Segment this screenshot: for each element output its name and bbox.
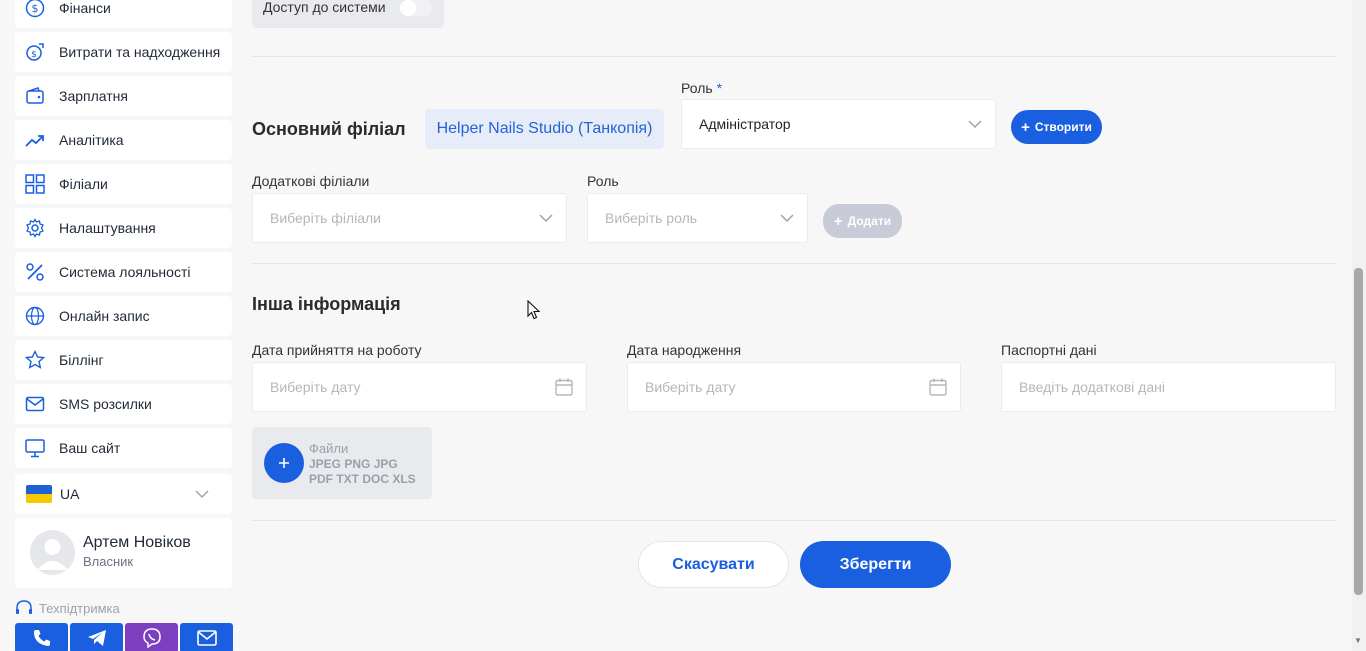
sidebar-item-label: Філіали: [59, 176, 108, 192]
sidebar-item-settings[interactable]: Налаштування: [15, 208, 232, 248]
trend-up-icon: [25, 130, 45, 150]
extra-branches-select[interactable]: Виберіть філіали: [252, 193, 567, 243]
telegram-icon: [87, 630, 106, 646]
language-label: UA: [60, 486, 80, 502]
system-access-toggle[interactable]: [400, 0, 432, 16]
sidebar-item-website[interactable]: Ваш сайт: [15, 428, 232, 468]
other-info-title: Інша інформація: [252, 294, 401, 314]
globe-icon: [25, 306, 45, 326]
sidebar-item-label: SMS розсилки: [59, 396, 152, 412]
sidebar-item-online-booking[interactable]: Онлайн запис: [15, 296, 232, 336]
calendar-icon: [554, 377, 574, 397]
user-card[interactable]: Артем Новіков Власник: [15, 518, 232, 588]
chevron-down-icon: [538, 210, 554, 226]
files-title: Файли: [309, 441, 349, 456]
birth-date-label: Дата народження: [627, 342, 742, 358]
role-select-value: Адміністратор: [699, 116, 791, 132]
sidebar-item-finance[interactable]: $ Фінанси: [15, 0, 232, 28]
scrollbar-thumb[interactable]: [1354, 268, 1363, 595]
file-upload-area[interactable]: Файли JPEG PNG JPG PDF TXT DOC XLS: [252, 427, 432, 499]
section-divider: [252, 520, 1336, 521]
save-button[interactable]: Зберегти: [800, 541, 951, 588]
gear-icon: [25, 218, 45, 238]
create-role-button[interactable]: + Створити: [1011, 110, 1102, 144]
star-icon: [25, 350, 45, 370]
hire-date-label: Дата прийняття на роботу: [252, 342, 422, 358]
extra-role-label: Роль: [587, 173, 619, 189]
files-formats: JPEG PNG JPG PDF TXT DOC XLS: [309, 457, 416, 486]
sidebar-item-label: Ваш сайт: [59, 440, 121, 456]
sidebar-item-branches[interactable]: Філіали: [15, 164, 232, 204]
sidebar-item-expenses[interactable]: $ Витрати та надходження: [15, 32, 232, 72]
contact-telegram-button[interactable]: [70, 623, 123, 651]
dollar-circle-icon: $: [25, 0, 45, 18]
role-label: Роль *: [681, 80, 723, 96]
mail-icon: [25, 394, 45, 414]
extra-role-placeholder: Виберіть роль: [605, 210, 698, 226]
grid-icon: [25, 174, 45, 194]
sidebar-item-label: Зарплатня: [59, 88, 128, 104]
section-divider: [252, 263, 1336, 264]
monitor-icon: [25, 438, 45, 458]
headset-icon: [16, 600, 32, 614]
employee-form: Доступ до системи Основний філіал Helper…: [252, 0, 1336, 651]
extra-branches-placeholder: Виберіть філіали: [270, 210, 381, 226]
sidebar-item-loyalty[interactable]: Система лояльності: [15, 252, 232, 292]
sidebar-item-label: Система лояльності: [59, 264, 191, 280]
main-branch-title: Основний філіал: [252, 119, 406, 139]
required-mark: *: [716, 80, 723, 96]
chevron-down-icon: [779, 210, 795, 226]
passport-label: Паспортні дані: [1001, 342, 1097, 358]
main-branch-chip: Helper Nails Studio (Танкопія): [425, 109, 664, 149]
system-access-label: Доступ до системи: [263, 0, 386, 15]
sidebar-item-label: Онлайн запис: [59, 308, 150, 324]
svg-text:$: $: [32, 2, 39, 15]
sidebar-item-label: Біллінг: [59, 352, 104, 368]
passport-input[interactable]: Введіть додаткові дані: [1001, 362, 1336, 412]
extra-branches-label: Додаткові філіали: [252, 173, 370, 189]
svg-text:$: $: [31, 50, 37, 60]
extra-role-select[interactable]: Виберіть роль: [587, 193, 808, 243]
ukraine-flag-icon: [26, 485, 52, 503]
sidebar-item-analytics[interactable]: Аналітика: [15, 120, 232, 160]
sidebar-item-label: Фінанси: [59, 0, 111, 16]
add-branch-button[interactable]: + Додати: [823, 204, 902, 238]
plus-icon: +: [1021, 118, 1030, 136]
cancel-button[interactable]: Скасувати: [638, 541, 789, 588]
contact-email-button[interactable]: [180, 623, 233, 651]
viber-icon: [142, 628, 161, 648]
system-access-row: Доступ до системи: [252, 0, 444, 28]
user-name: Артем Новіков: [83, 534, 191, 551]
chevron-down-icon: [194, 486, 210, 507]
contact-viber-button[interactable]: [125, 623, 178, 651]
language-selector[interactable]: UA: [15, 474, 232, 514]
percent-icon: [25, 262, 45, 282]
sidebar-item-salary[interactable]: Зарплатня: [15, 76, 232, 116]
hire-date-input[interactable]: Виберіть дату: [252, 362, 587, 412]
scroll-down-arrow-icon[interactable]: ▼: [1354, 636, 1362, 645]
support-label: Техпідтримка: [39, 600, 120, 616]
support-link[interactable]: Техпідтримка: [15, 600, 120, 616]
upload-file-button[interactable]: [264, 443, 304, 483]
plus-icon: +: [833, 212, 843, 230]
calendar-icon: [928, 377, 948, 397]
coins-icon: $: [25, 42, 45, 62]
role-select[interactable]: Адміністратор: [681, 99, 996, 149]
contact-phone-button[interactable]: [15, 623, 68, 651]
wallet-icon: [25, 86, 45, 106]
phone-icon: [33, 630, 50, 646]
chevron-down-icon: [967, 116, 983, 132]
user-role: Власник: [83, 554, 134, 569]
sidebar-item-label: Витрати та надходження: [59, 44, 221, 60]
sidebar-item-label: Налаштування: [59, 220, 156, 236]
sidebar-item-label: Аналітика: [59, 132, 124, 148]
mail-icon: [196, 630, 217, 646]
sidebar-item-billing[interactable]: Біллінг: [15, 340, 232, 380]
sidebar-item-sms[interactable]: SMS розсилки: [15, 384, 232, 424]
mouse-cursor-icon: [527, 300, 541, 320]
birth-date-input[interactable]: Виберіть дату: [627, 362, 961, 412]
section-divider: [252, 56, 1336, 57]
avatar: [30, 530, 75, 575]
plus-icon: [279, 458, 289, 468]
